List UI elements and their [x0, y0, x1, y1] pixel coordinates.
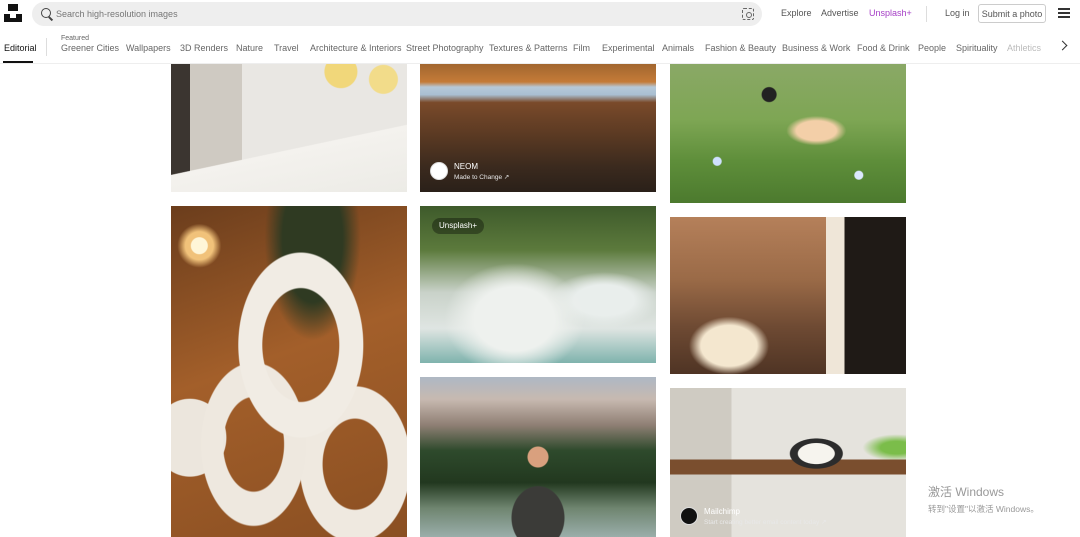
- topic-business-work[interactable]: Business & Work: [782, 43, 850, 53]
- featured-label: Featured: [61, 35, 90, 42]
- search-bar[interactable]: [32, 2, 762, 26]
- search-input[interactable]: [56, 6, 716, 22]
- top-header: Explore Advertise Unsplash+ Log in Submi…: [0, 0, 1080, 28]
- submit-photo-button[interactable]: Submit a photo: [978, 4, 1046, 23]
- topic-architecture-interiors[interactable]: Architecture & Interiors: [310, 43, 402, 53]
- topic-3d-renders[interactable]: 3D Renders: [180, 43, 228, 53]
- hamburger-menu-icon[interactable]: [1058, 8, 1070, 18]
- login-link[interactable]: Log in: [945, 8, 970, 18]
- advertise-link[interactable]: Advertise: [821, 8, 859, 18]
- topic-divider: [46, 38, 47, 56]
- topic-people[interactable]: People: [918, 43, 946, 53]
- topic-bar: Editorial Featured Greener Cities Wallpa…: [0, 30, 1080, 64]
- mailchimp-avatar: [680, 507, 698, 525]
- topic-street-photography[interactable]: Street Photography: [406, 43, 484, 53]
- unsplash-logo[interactable]: [4, 4, 22, 22]
- photo-canyon-neom[interactable]: NEOM Made to Change ↗: [420, 64, 656, 192]
- sponsor-tagline[interactable]: Start creating better email content toda…: [704, 518, 827, 526]
- topic-greener-cities[interactable]: Greener Cities: [61, 43, 119, 53]
- topic-wallpapers[interactable]: Wallpapers: [126, 43, 171, 53]
- photo-moon-plates[interactable]: [171, 206, 407, 537]
- unsplash-plus-link[interactable]: Unsplash+: [869, 8, 912, 18]
- photo-buongusto-table[interactable]: [171, 64, 407, 192]
- watermark-line2: 转到"设置"以激活 Windows。: [928, 504, 1039, 514]
- topic-athletics[interactable]: Athletics: [1007, 43, 1041, 53]
- sponsor-tagline[interactable]: Made to Change ↗: [454, 173, 509, 181]
- photo-woman-reading-book[interactable]: [670, 217, 906, 374]
- chevron-right-icon[interactable]: [1057, 40, 1068, 51]
- unsplash-plus-badge: Unsplash+: [432, 218, 485, 234]
- visual-search-icon[interactable]: [742, 8, 754, 20]
- explore-link[interactable]: Explore: [781, 8, 812, 18]
- topic-film[interactable]: Film: [573, 43, 590, 53]
- nav-divider: [926, 6, 927, 22]
- topic-fashion-beauty[interactable]: Fashion & Beauty: [705, 43, 776, 53]
- active-tab-underline: [3, 61, 33, 63]
- topic-textures-patterns[interactable]: Textures & Patterns: [489, 43, 568, 53]
- topic-travel[interactable]: Travel: [274, 43, 299, 53]
- photo-woman-flowers-camera[interactable]: [670, 64, 906, 203]
- neom-avatar: [430, 162, 448, 180]
- windows-activation-watermark: 激活 Windows 转到"设置"以激活 Windows。: [928, 483, 1039, 515]
- sponsor-name: NEOM: [454, 162, 478, 171]
- tab-editorial[interactable]: Editorial: [4, 43, 37, 53]
- search-icon[interactable]: [41, 8, 53, 20]
- sponsor-name: Mailchimp: [704, 507, 741, 516]
- photo-mountain-lake-man[interactable]: [420, 377, 656, 537]
- topic-spirituality[interactable]: Spirituality: [956, 43, 998, 53]
- photo-waterfall[interactable]: Unsplash+: [420, 206, 656, 363]
- watermark-line1: 激活 Windows: [928, 485, 1005, 499]
- topic-animals[interactable]: Animals: [662, 43, 694, 53]
- topic-experimental[interactable]: Experimental: [602, 43, 655, 53]
- topic-nature[interactable]: Nature: [236, 43, 263, 53]
- topic-food-drink[interactable]: Food & Drink: [857, 43, 910, 53]
- photo-mailchimp-tablet[interactable]: Mailchimp Start creating better email co…: [670, 388, 906, 537]
